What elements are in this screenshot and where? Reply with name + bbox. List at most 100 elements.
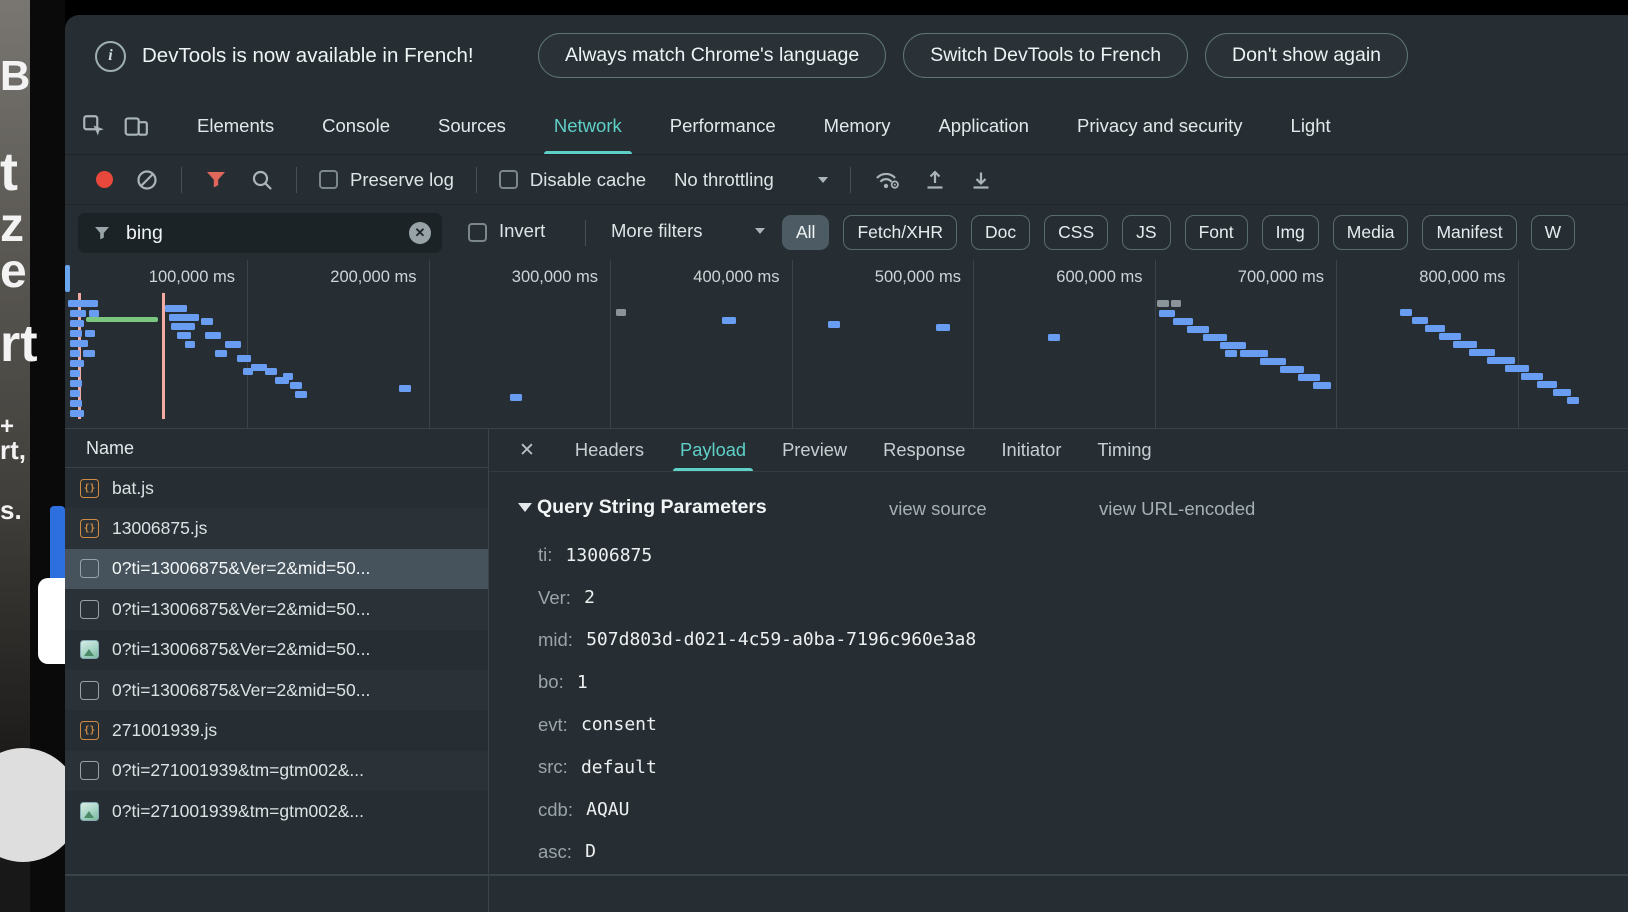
payload-pane: Query String Parameters view source view… xyxy=(489,472,1628,912)
details-tab-headers[interactable]: Headers xyxy=(557,429,662,471)
tab-label: Response xyxy=(883,439,965,461)
request-row[interactable]: {}13006875.js xyxy=(65,508,488,548)
devtools-window: i DevTools is now available in French! A… xyxy=(65,15,1628,912)
devtools-tab-memory[interactable]: Memory xyxy=(800,97,915,154)
filter-chip-img[interactable]: Img xyxy=(1262,215,1319,250)
payload-param-row: src: default xyxy=(489,746,1628,788)
overview-request-bar xyxy=(205,332,221,339)
record-button[interactable] xyxy=(96,171,113,188)
param-value: 507d803d-d021-4c59-a0ba-7196c960e3a8 xyxy=(586,629,976,650)
request-row[interactable]: 0?ti=271001939&tm=gtm002&... xyxy=(65,751,488,791)
payload-section-title[interactable]: Query String Parameters xyxy=(537,496,767,519)
throttling-caret-icon[interactable] xyxy=(818,177,828,183)
filter-chip-fetch-xhr[interactable]: Fetch/XHR xyxy=(843,215,957,250)
export-har-icon[interactable] xyxy=(969,168,993,192)
overview-request-bar xyxy=(1425,325,1445,332)
request-row[interactable]: {}bat.js xyxy=(65,468,488,508)
request-row[interactable]: {}271001939.js xyxy=(65,710,488,750)
banner-buttons: Always match Chrome's language Switch Dev… xyxy=(538,33,1408,78)
devtools-tab-performance[interactable]: Performance xyxy=(646,97,800,154)
devtools-tab-elements[interactable]: Elements xyxy=(173,97,298,154)
param-key: Ver: xyxy=(538,587,576,609)
network-conditions-icon[interactable] xyxy=(873,168,901,192)
script-icon: {} xyxy=(80,519,99,538)
overview-time-label: 300,000 ms xyxy=(418,268,598,287)
import-har-icon[interactable] xyxy=(923,168,947,192)
filter-chip-css[interactable]: CSS xyxy=(1044,215,1108,250)
filter-chip-all[interactable]: All xyxy=(782,215,829,250)
devtools-tab-console[interactable]: Console xyxy=(298,97,414,154)
overview-request-bar xyxy=(70,380,82,387)
param-key: mid: xyxy=(538,629,578,651)
details-tab-timing[interactable]: Timing xyxy=(1079,429,1169,471)
more-filters-button[interactable]: More filters xyxy=(611,220,703,242)
filter-chip-media[interactable]: Media xyxy=(1333,215,1409,250)
tab-label: Preview xyxy=(782,439,847,461)
devtools-tab-light[interactable]: Light xyxy=(1267,97,1355,154)
overview-handle[interactable] xyxy=(65,265,70,292)
name-column-header[interactable]: Name xyxy=(65,429,488,468)
doc-icon xyxy=(80,559,99,578)
view-url-encoded-link[interactable]: view URL-encoded xyxy=(1099,498,1255,520)
filter-chip-doc[interactable]: Doc xyxy=(971,215,1030,250)
param-key: src: xyxy=(538,756,573,778)
devtools-tab-network[interactable]: Network xyxy=(530,97,646,154)
tab-label: Network xyxy=(554,115,622,137)
more-filters-caret-icon[interactable] xyxy=(755,228,765,234)
invert-checkbox[interactable] xyxy=(468,223,487,242)
clear-filter-icon[interactable]: ✕ xyxy=(409,222,431,244)
filter-chip-manifest[interactable]: Manifest xyxy=(1422,215,1516,250)
request-name: 0?ti=271001939&tm=gtm002&... xyxy=(112,801,364,822)
devtools-tabbar: ElementsConsole Sources Network Performance… xyxy=(65,97,1628,155)
overview-request-bar xyxy=(70,340,88,347)
preserve-log-checkbox[interactable] xyxy=(319,170,338,189)
filter-chip-w[interactable]: W xyxy=(1531,215,1576,250)
request-row[interactable]: 0?ti=13006875&Ver=2&mid=50... xyxy=(65,549,488,589)
overview-request-bar xyxy=(722,317,736,324)
network-overview[interactable]: 100,000 ms200,000 ms300,000 ms400,000 ms… xyxy=(65,260,1628,428)
disable-cache-checkbox[interactable] xyxy=(499,170,518,189)
overview-request-bar xyxy=(1487,357,1515,364)
details-tab-payload[interactable]: Payload xyxy=(662,429,764,471)
overview-request-bar xyxy=(1220,342,1246,349)
banner-button-don-t-show-again[interactable]: Don't show again xyxy=(1205,33,1408,78)
payload-param-row: cdb: AQAU xyxy=(489,788,1628,830)
overview-request-bar xyxy=(70,400,82,407)
param-key: ti: xyxy=(538,544,558,566)
overview-request-bar xyxy=(70,330,82,337)
collapse-triangle-icon[interactable] xyxy=(518,503,532,512)
details-tab-preview[interactable]: Preview xyxy=(764,429,865,471)
overview-request-bar xyxy=(1187,326,1209,333)
close-icon[interactable]: ✕ xyxy=(519,439,535,462)
script-icon: {} xyxy=(80,721,99,740)
overview-request-bar xyxy=(85,330,95,337)
filter-chip-font[interactable]: Font xyxy=(1185,215,1248,250)
clear-icon[interactable] xyxy=(135,168,159,192)
device-toolbar-icon[interactable] xyxy=(123,113,149,139)
inspect-icon[interactable] xyxy=(81,113,107,139)
tab-label: Sources xyxy=(438,115,506,137)
filter-icon[interactable] xyxy=(204,168,228,192)
param-value: AQAU xyxy=(586,799,629,820)
request-row[interactable]: 0?ti=13006875&Ver=2&mid=50... xyxy=(65,630,488,670)
overview-request-bar xyxy=(283,373,293,380)
throttling-select[interactable]: No throttling xyxy=(674,169,774,191)
banner-button-switch-devtools-to-french[interactable]: Switch DevTools to French xyxy=(903,33,1188,78)
search-icon[interactable] xyxy=(250,168,274,192)
devtools-tab-sources[interactable]: Sources xyxy=(414,97,530,154)
toolbar-divider xyxy=(850,167,851,193)
details-tab-response[interactable]: Response xyxy=(865,429,983,471)
toolbar-divider xyxy=(476,167,477,193)
devtools-tab-privacy-and-security[interactable]: Privacy and security xyxy=(1053,97,1267,154)
request-row[interactable]: 0?ti=13006875&Ver=2&mid=50... xyxy=(65,589,488,629)
overview-request-bar xyxy=(1313,382,1331,389)
request-row[interactable]: 0?ti=271001939&tm=gtm002&... xyxy=(65,791,488,831)
devtools-tab-application[interactable]: Application xyxy=(914,97,1053,154)
filter-chip-js[interactable]: JS xyxy=(1122,215,1170,250)
disable-cache-label: Disable cache xyxy=(530,169,646,191)
details-tab-initiator[interactable]: Initiator xyxy=(983,429,1079,471)
banner-button-always-match-chrome-s-language[interactable]: Always match Chrome's language xyxy=(538,33,886,78)
filter-input[interactable]: bing ✕ xyxy=(78,213,442,253)
view-source-link[interactable]: view source xyxy=(889,498,987,520)
request-row[interactable]: 0?ti=13006875&Ver=2&mid=50... xyxy=(65,670,488,710)
